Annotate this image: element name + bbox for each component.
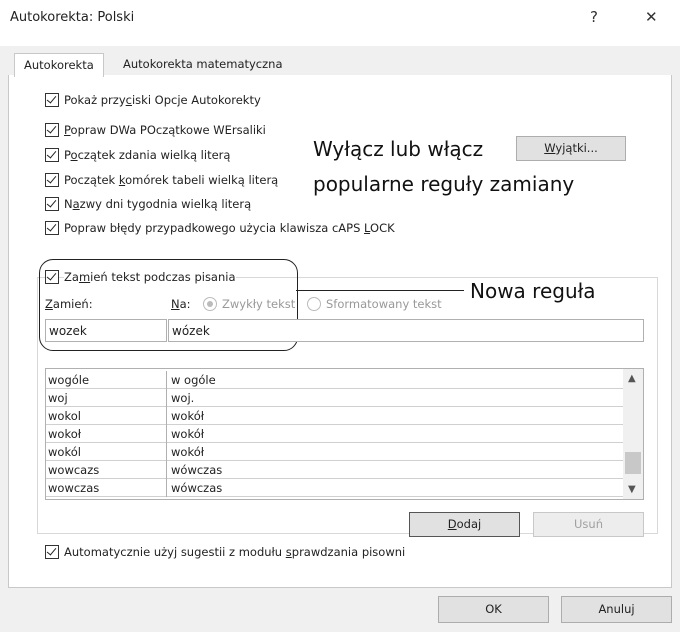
entry-to: wokół	[171, 409, 204, 423]
entry-from: woj	[48, 391, 68, 405]
entry-to: wówczas	[171, 463, 223, 477]
replace-input[interactable]: wozek	[45, 319, 167, 342]
capitalize-sentence-label: Początek zdania wielką literą	[64, 148, 231, 162]
ok-button[interactable]: OK	[438, 596, 549, 623]
scroll-down-icon[interactable]: ▼	[628, 484, 636, 495]
entry-from: wokol	[48, 409, 81, 423]
scroll-up-icon[interactable]: ▲	[628, 373, 636, 384]
list-item[interactable]: woj woj.	[46, 389, 624, 407]
list-item[interactable]: wogóle w ogóle	[46, 371, 624, 389]
entry-from: wogóle	[48, 373, 90, 387]
capitalize-day-names-checkbox[interactable]	[45, 197, 59, 211]
entry-from: wokól	[48, 445, 81, 459]
list-item[interactable]: wokoł wokół	[46, 425, 624, 443]
replace-text-checkbox[interactable]	[45, 270, 59, 284]
tab-math-autocorrect[interactable]: Autokorekta matematyczna	[114, 53, 292, 75]
list-item[interactable]: wokól wokół	[46, 443, 624, 461]
formatted-text-radio[interactable]	[307, 297, 321, 311]
with-input-value: wózek	[172, 324, 210, 338]
entry-to: wokół	[171, 445, 204, 459]
plain-text-radio[interactable]	[203, 297, 217, 311]
with-input[interactable]: wózek	[168, 319, 644, 342]
list-item[interactable]: wokol wokół	[46, 407, 624, 425]
show-autocorrect-buttons-checkbox[interactable]	[45, 93, 59, 107]
capitalize-day-names-label: Nazwy dni tygodnia wielką literą	[64, 197, 252, 211]
capitalize-sentence-checkbox[interactable]	[45, 148, 59, 162]
annotation-new-rule: Nowa reguła	[470, 279, 596, 303]
capitalize-table-cells-checkbox[interactable]	[45, 173, 59, 187]
capitalize-table-cells-label: Początek komórek tabeli wielką literą	[64, 173, 279, 187]
autocorrect-entries-list[interactable]: wogóle w ogóle woj woj. wokol wokół wokoł wo…	[45, 368, 644, 500]
formatted-text-label: Sformatowany tekst	[326, 297, 442, 311]
cancel-button[interactable]: Anuluj	[561, 596, 672, 623]
two-initial-caps-label: Popraw DWa POczątkowe WErsaliki	[64, 123, 266, 137]
list-item[interactable]: wowczas wówczas	[46, 479, 624, 497]
caps-lock-label: Popraw błędy przypadkowego użycia klawis…	[64, 221, 395, 235]
replace-text-label: Zamień tekst podczas pisania	[64, 270, 236, 284]
replace-label: Zamień:	[45, 297, 93, 311]
help-icon[interactable]: ?	[590, 8, 598, 26]
with-label: Na:	[171, 297, 191, 311]
window-title: Autokorekta: Polski	[10, 10, 135, 25]
add-button[interactable]: Dodaj	[409, 512, 520, 537]
entry-to: woj.	[171, 391, 195, 405]
tab-autocorrect[interactable]: Autokorekta	[14, 53, 104, 77]
entry-to: wówczas	[171, 481, 223, 495]
list-scrollbar[interactable]	[623, 369, 643, 499]
exceptions-button[interactable]: Wyjątki...	[516, 136, 626, 161]
close-icon[interactable]: ✕	[645, 8, 658, 26]
entry-to: wokół	[171, 427, 204, 441]
annotation-toggle-rules-line1: Wyłącz lub włącz	[313, 137, 484, 161]
show-autocorrect-buttons-label: Pokaż przyciski Opcje Autokorekty	[64, 93, 261, 107]
entry-from: wowczas	[48, 481, 100, 495]
plain-text-label: Zwykły tekst	[222, 297, 296, 311]
two-initial-caps-checkbox[interactable]	[45, 123, 59, 137]
auto-suggest-checkbox[interactable]	[45, 545, 59, 559]
entry-to: w ogóle	[171, 373, 216, 387]
entry-from: wowcazs	[48, 463, 100, 477]
annotation-toggle-rules-line2: popularne reguły zamiany	[313, 172, 575, 196]
auto-suggest-label: Automatycznie użyj sugestii z modułu spr…	[64, 545, 406, 559]
caps-lock-checkbox[interactable]	[45, 221, 59, 235]
delete-button[interactable]: Usuń	[533, 512, 644, 537]
replace-input-value: wozek	[49, 324, 87, 338]
entry-from: wokoł	[48, 427, 81, 441]
list-item[interactable]: wowcazs wówczas	[46, 461, 624, 479]
callout-line	[296, 290, 464, 291]
scrollbar-thumb[interactable]	[625, 452, 641, 474]
